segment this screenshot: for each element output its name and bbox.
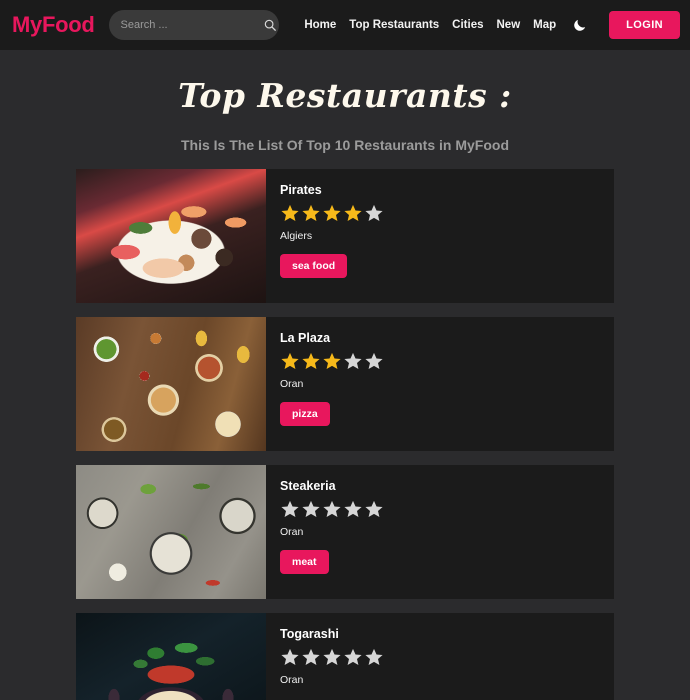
restaurant-thumbnail[interactable]	[76, 465, 266, 599]
restaurant-city: Algiers	[280, 230, 313, 242]
eggplant-dish-image	[76, 613, 266, 700]
rating-stars[interactable]	[280, 203, 614, 223]
star-icon[interactable]	[280, 351, 300, 371]
rating-stars[interactable]	[280, 351, 614, 371]
cuisine-tag[interactable]: pizza	[280, 402, 330, 426]
nav-links: Home Top Restaurants Cities New Map LOGI…	[304, 11, 680, 39]
star-icon[interactable]	[280, 647, 300, 667]
restaurant-name: La Plaza	[280, 331, 331, 345]
star-icon[interactable]	[364, 351, 384, 371]
restaurant-details: La Plaza Oran pizza	[266, 317, 614, 451]
restaurant-card[interactable]: Pirates Algiers sea food	[76, 169, 614, 303]
navbar: MyFood Home Top Restaurants Cities New M…	[0, 0, 690, 50]
star-icon[interactable]	[301, 647, 321, 667]
page-title: Top Restaurants :	[178, 76, 512, 115]
nav-link-new[interactable]: New	[497, 19, 521, 31]
restaurant-city: Oran	[280, 674, 304, 686]
star-icon[interactable]	[322, 351, 342, 371]
restaurant-list: Pirates Algiers sea food La Plaza Oran p…	[76, 169, 614, 700]
rating-stars[interactable]	[280, 647, 614, 667]
star-icon[interactable]	[322, 647, 342, 667]
star-icon[interactable]	[280, 203, 300, 223]
nav-link-map[interactable]: Map	[533, 19, 556, 31]
nav-link-cities[interactable]: Cities	[452, 19, 483, 31]
star-icon[interactable]	[280, 499, 300, 519]
star-icon[interactable]	[322, 499, 342, 519]
restaurant-details: Steakeria Oran meat	[266, 465, 614, 599]
sushi-platter-image	[76, 169, 266, 303]
rating-stars[interactable]	[280, 499, 614, 519]
star-icon[interactable]	[364, 499, 384, 519]
star-icon[interactable]	[322, 203, 342, 223]
star-icon[interactable]	[343, 647, 363, 667]
star-icon[interactable]	[301, 499, 321, 519]
star-icon[interactable]	[364, 647, 384, 667]
restaurant-details: Pirates Algiers sea food	[266, 169, 614, 303]
cuisine-tag[interactable]: sea food	[280, 254, 348, 278]
pizza-table-image	[76, 317, 266, 451]
restaurant-name: Pirates	[280, 183, 322, 197]
restaurant-city: Oran	[280, 526, 304, 538]
star-icon[interactable]	[301, 203, 321, 223]
site-logo[interactable]: MyFood	[12, 12, 95, 38]
restaurant-card[interactable]: La Plaza Oran pizza	[76, 317, 614, 451]
restaurant-city: Oran	[280, 378, 304, 390]
search-icon[interactable]	[263, 18, 277, 32]
restaurant-thumbnail[interactable]	[76, 613, 266, 700]
restaurant-thumbnail[interactable]	[76, 317, 266, 451]
star-icon[interactable]	[343, 351, 363, 371]
page-subtitle: This Is The List Of Top 10 Restaurants i…	[181, 137, 509, 153]
star-icon[interactable]	[301, 351, 321, 371]
steak-plates-image	[76, 465, 266, 599]
star-icon[interactable]	[364, 203, 384, 223]
search-input[interactable]	[120, 19, 263, 31]
restaurant-name: Togarashi	[280, 627, 339, 641]
restaurant-details: Togarashi Oran	[266, 613, 614, 700]
star-icon[interactable]	[343, 203, 363, 223]
restaurant-thumbnail[interactable]	[76, 169, 266, 303]
cuisine-tag[interactable]: meat	[280, 550, 329, 574]
restaurant-card[interactable]: Togarashi Oran	[76, 613, 614, 700]
restaurant-name: Steakeria	[280, 479, 336, 493]
nav-link-top-restaurants[interactable]: Top Restaurants	[349, 19, 439, 31]
login-button[interactable]: LOGIN	[609, 11, 680, 39]
star-icon[interactable]	[343, 499, 363, 519]
search-box[interactable]	[108, 10, 279, 40]
dark-mode-toggle[interactable]	[569, 15, 589, 35]
moon-icon	[573, 19, 585, 31]
nav-link-home[interactable]: Home	[304, 19, 336, 31]
restaurant-card[interactable]: Steakeria Oran meat	[76, 465, 614, 599]
